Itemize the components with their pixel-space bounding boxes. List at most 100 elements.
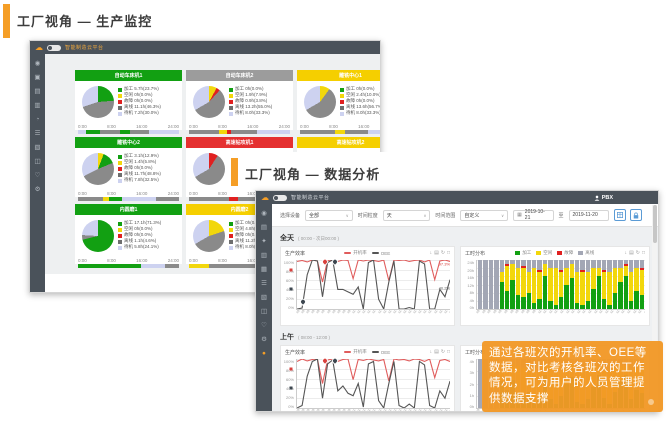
- stacked-bar[interactable]: [516, 260, 520, 309]
- menu-toggle[interactable]: [47, 45, 61, 51]
- stacked-bar[interactable]: [607, 260, 611, 309]
- download-icon[interactable]: ↓: [625, 250, 628, 257]
- panel-header[interactable]: 雕铣中心2: [75, 137, 182, 148]
- dashboard-icon[interactable]: ▣: [34, 74, 40, 81]
- stacked-bar[interactable]: [602, 260, 606, 309]
- stacked-bar[interactable]: [478, 260, 482, 309]
- dataview-icon[interactable]: ▤: [629, 250, 634, 257]
- report-icon[interactable]: ▧: [34, 144, 40, 151]
- home-icon[interactable]: ◉: [35, 60, 41, 67]
- heart-icon[interactable]: ♡: [261, 322, 267, 329]
- stacked-bar[interactable]: [537, 260, 541, 309]
- list-icon[interactable]: ☰: [35, 130, 41, 137]
- stacked-bar[interactable]: [500, 260, 504, 309]
- stacked-bar[interactable]: [597, 260, 601, 309]
- monitor-icon[interactable]: ◉: [261, 210, 267, 217]
- panel-header[interactable]: 高速钻攻机2: [297, 137, 380, 148]
- lock-button[interactable]: [630, 209, 642, 221]
- panel-legend: 加工 17.1h(71.3%)空闲 0h(0.0%)故障 0h(0.0%)离线 …: [118, 221, 161, 250]
- analysis-sidebar: ◉ ▤ ✦ ▥ ▦ ☰ ▧ ◫ ♡ ⚙ ●: [256, 204, 272, 411]
- refresh-icon[interactable]: ↻: [441, 349, 445, 356]
- storage-icon[interactable]: ◫: [34, 158, 40, 165]
- granularity-select[interactable]: 天 ∨: [383, 210, 431, 221]
- legend-item[interactable]: 空闲: [536, 250, 552, 256]
- panel-header[interactable]: 自动车床机1: [75, 70, 182, 81]
- tick-label: 16:00: [136, 258, 147, 263]
- star-icon[interactable]: ✦: [261, 238, 266, 245]
- legend-item[interactable]: 离线: [578, 250, 594, 256]
- stacked-bar[interactable]: [570, 260, 574, 309]
- dataview-icon[interactable]: ▤: [434, 250, 439, 257]
- scrollbar-thumb[interactable]: [653, 205, 657, 243]
- panel-header[interactable]: 高速钻攻机1: [186, 137, 293, 148]
- legend-item: 待机 7.8h(32.5%): [118, 178, 161, 183]
- device-select[interactable]: 全部 ∨: [305, 210, 353, 221]
- panel-header[interactable]: 内圆磨1: [75, 204, 182, 215]
- date-from-input[interactable]: ▦ 2019-10-21: [513, 210, 553, 221]
- modules-icon[interactable]: ▦: [261, 266, 267, 273]
- users-icon[interactable]: ◫: [261, 308, 267, 315]
- gear-icon[interactable]: ⚙: [261, 336, 267, 343]
- bar-segment-加工: [629, 301, 633, 309]
- legend-item[interactable]: OEE: [372, 350, 391, 355]
- stats-icon[interactable]: ▥: [261, 252, 267, 259]
- legend-item[interactable]: 加工: [515, 250, 531, 256]
- favorites-icon[interactable]: ♡: [35, 172, 41, 179]
- download-icon[interactable]: ↓: [430, 349, 433, 356]
- stacked-bar[interactable]: [532, 260, 536, 309]
- fullscreen-icon[interactable]: □: [447, 349, 450, 356]
- title-accent-bar: [3, 4, 10, 38]
- stacked-bar[interactable]: [548, 260, 552, 309]
- stacked-bar[interactable]: [510, 260, 514, 309]
- fullscreen-icon[interactable]: □: [447, 250, 450, 257]
- stacked-bar[interactable]: [629, 260, 633, 309]
- panel-header[interactable]: 雕铣中心1: [297, 70, 380, 81]
- download-icon[interactable]: ↓: [430, 250, 433, 257]
- stacked-bar[interactable]: [640, 260, 644, 309]
- chart-title: 生产效率: [285, 349, 305, 356]
- stacked-bar[interactable]: [521, 260, 525, 309]
- date-to-input[interactable]: 2019-11-20: [569, 210, 609, 221]
- refresh-icon[interactable]: ↻: [441, 250, 445, 257]
- stacked-bar[interactable]: [575, 260, 579, 309]
- stacked-bar[interactable]: [554, 260, 558, 309]
- bar-segment-空闲: [537, 272, 541, 299]
- charts-icon[interactable]: ▥: [34, 102, 40, 109]
- chevron-down-icon: ∨: [423, 213, 426, 218]
- report-icon[interactable]: ▧: [261, 294, 267, 301]
- legend-item[interactable]: 开机率: [344, 349, 367, 355]
- stacked-bar[interactable]: [564, 260, 568, 309]
- settings-icon[interactable]: ⚙: [35, 186, 41, 193]
- devices-icon[interactable]: ▤: [34, 88, 40, 95]
- stacked-bar[interactable]: [483, 260, 487, 309]
- stacked-bar[interactable]: [634, 260, 638, 309]
- stacked-bar[interactable]: [527, 260, 531, 309]
- list-icon[interactable]: ☰: [261, 280, 267, 287]
- stacked-bar[interactable]: [505, 260, 509, 309]
- fullscreen-icon[interactable]: □: [642, 250, 645, 257]
- help-icon[interactable]: ●: [262, 350, 266, 357]
- clock-icon[interactable]: ◔: [36, 116, 40, 123]
- dataview-icon[interactable]: ▤: [434, 349, 439, 356]
- menu-toggle[interactable]: [273, 195, 287, 201]
- stacked-bar[interactable]: [489, 260, 493, 309]
- legend-item[interactable]: 故障: [557, 250, 573, 256]
- legend-item[interactable]: 开机率: [344, 250, 367, 256]
- section-subtitle: ( 00:00 - 次日00:00 ): [298, 236, 339, 242]
- stacked-bar[interactable]: [624, 260, 628, 309]
- devices-icon[interactable]: ▤: [261, 224, 267, 231]
- stacked-bar[interactable]: [618, 260, 622, 309]
- legend-item[interactable]: OEE: [372, 251, 391, 256]
- stacked-bar[interactable]: [543, 260, 547, 309]
- stacked-bar[interactable]: [559, 260, 563, 309]
- export-table-button[interactable]: [614, 209, 626, 221]
- stacked-bar[interactable]: [591, 260, 595, 309]
- range-select[interactable]: 自定义 ∨: [460, 210, 508, 221]
- stacked-bar[interactable]: [494, 260, 498, 309]
- refresh-icon[interactable]: ↻: [636, 250, 640, 257]
- stacked-bar[interactable]: [580, 260, 584, 309]
- stacked-bar[interactable]: [586, 260, 590, 309]
- user-menu[interactable]: PBX: [594, 195, 613, 201]
- stacked-bar[interactable]: [613, 260, 617, 309]
- panel-header[interactable]: 自动车床机2: [186, 70, 293, 81]
